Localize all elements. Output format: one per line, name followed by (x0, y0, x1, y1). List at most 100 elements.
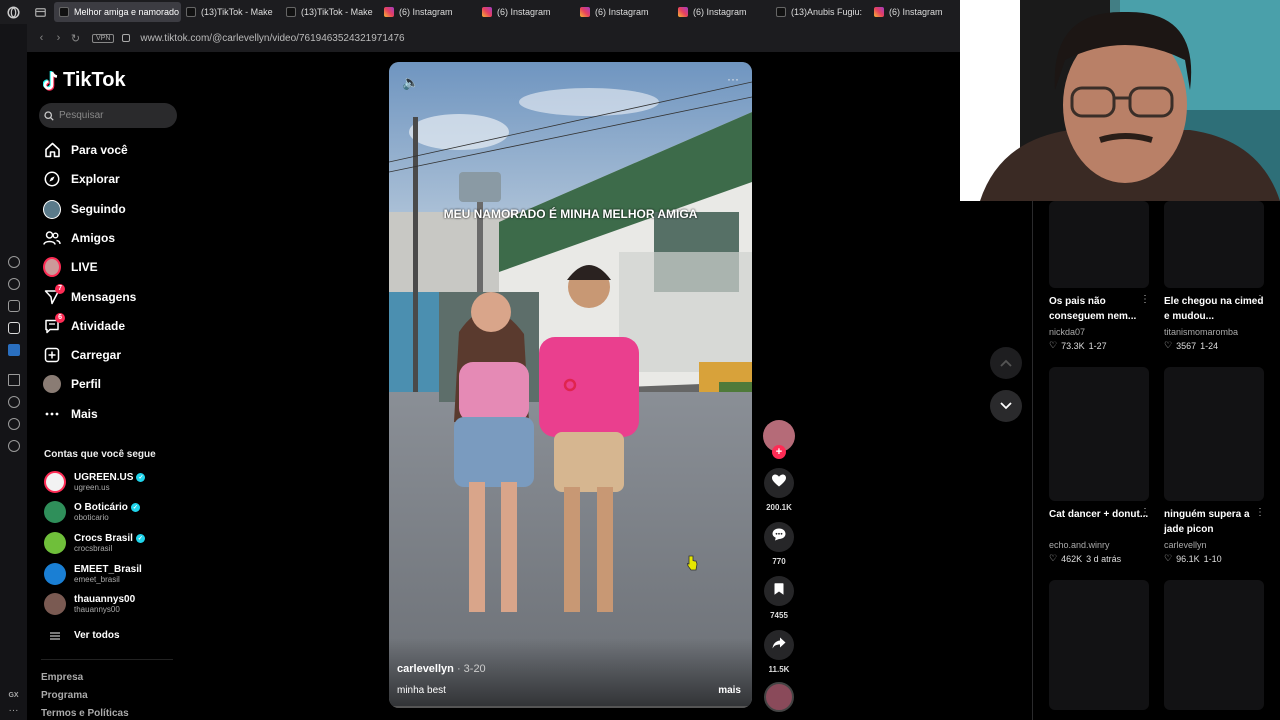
verified-icon: ✓ (130, 503, 140, 512)
more-icon[interactable]: ··· (9, 705, 19, 716)
related-video-thumbnail[interactable] (1049, 580, 1149, 710)
tiktok-sidebar: TikTok Pesquisar Para você Explorar Segu… (27, 52, 187, 720)
options-icon[interactable]: ⋮ (1255, 507, 1265, 518)
options-icon[interactable]: ⋮ (1255, 294, 1265, 305)
reload-icon[interactable]: ↻ (69, 32, 82, 45)
tab-overview-icon[interactable] (27, 0, 54, 24)
see-more-link[interactable]: mais (718, 685, 741, 696)
instagram-rail-icon[interactable] (7, 300, 20, 312)
avatar (44, 471, 66, 493)
comment-button[interactable] (764, 522, 794, 552)
player-icon[interactable] (7, 374, 20, 386)
vpn-badge[interactable]: VPN (92, 33, 115, 43)
related-video-author[interactable]: carlevellyn (1164, 540, 1207, 550)
account-item[interactable]: EMEET_Brasil emeet_brasil (44, 563, 142, 585)
nav-label: Perfil (71, 377, 102, 391)
volume-icon[interactable]: 🔈 (402, 74, 419, 91)
browser-tab[interactable]: (6) Instagram (869, 2, 957, 22)
related-video-likes: 73.3K (1061, 340, 1085, 351)
browser-tab[interactable]: (6) Instagram (477, 2, 575, 22)
search-input[interactable]: Pesquisar (39, 103, 177, 128)
nav-item-messages[interactable]: 7 Mensagens (43, 284, 136, 306)
related-video-thumbnail[interactable] (1164, 201, 1264, 288)
related-video-author[interactable]: nickda07 (1049, 327, 1085, 337)
related-video-thumbnail[interactable] (1164, 580, 1264, 710)
related-video-title[interactable]: Cat dancer + donut... (1049, 507, 1149, 522)
nav-item-for-you[interactable]: Para você (43, 141, 128, 159)
forward-icon[interactable]: › (52, 32, 65, 45)
related-video-title[interactable]: Ele chegou na cimed e mudou... (1164, 294, 1264, 324)
browser-tab[interactable]: (13)TikTok - Make (181, 2, 281, 22)
tab-label: Melhor amiga e namorado (74, 7, 180, 17)
footer-link[interactable]: Programa (41, 690, 88, 701)
tab-label: (13)TikTok - Make (301, 7, 373, 17)
bookmark-icon (774, 582, 784, 600)
video-author[interactable]: carlevellyn (397, 663, 454, 675)
browser-tab[interactable]: (6) Instagram (575, 2, 673, 22)
logo-text: TikTok (63, 69, 126, 91)
related-video-thumbnail[interactable] (1049, 367, 1149, 501)
comment-count: 770 (772, 557, 786, 566)
footer-link[interactable]: Termos e Políticas (41, 708, 129, 719)
see-all-link[interactable]: Ver todos (44, 630, 120, 641)
browser-tab[interactable]: (6) Instagram (673, 2, 771, 22)
tiktok-logo[interactable]: TikTok (43, 69, 126, 92)
history-icon[interactable] (7, 396, 20, 408)
ai-assistant-icon[interactable] (7, 256, 20, 268)
nav-item-following[interactable]: Seguindo (43, 199, 126, 219)
browser-menu-icon[interactable] (0, 0, 27, 24)
related-video-stats: ♡ 73.3K 1-27 (1049, 340, 1107, 351)
progress-bar[interactable] (389, 706, 752, 708)
footer-link[interactable]: Empresa (41, 672, 83, 683)
tiktok-rail-icon[interactable] (7, 322, 20, 334)
nav-item-activity[interactable]: 6 Atividade (43, 313, 125, 335)
browser-tab[interactable]: Melhor amiga e namorado (54, 2, 181, 22)
related-video-thumbnail[interactable] (1164, 367, 1264, 501)
video-options-icon[interactable]: ··· (727, 72, 739, 86)
video-date: · 3-20 (456, 663, 486, 675)
related-video-likes: 3567 (1176, 340, 1197, 351)
like-button[interactable] (764, 468, 794, 498)
account-item[interactable]: thauannys00 thauannys00 (44, 593, 135, 615)
nav-item-more[interactable]: Mais (43, 405, 98, 423)
nav-item-live[interactable]: LIVE (43, 257, 98, 277)
nav-item-friends[interactable]: Amigos (43, 229, 115, 247)
browser-tab[interactable]: (13)TikTok - Make (281, 2, 379, 22)
settings-icon[interactable] (7, 440, 20, 452)
browser-tab[interactable]: (13)Anubis Fugiu: (771, 2, 869, 22)
nav-item-explore[interactable]: Explorar (43, 170, 120, 188)
creator-avatar[interactable]: + (763, 420, 795, 459)
save-button[interactable] (764, 576, 794, 606)
back-icon[interactable]: ‹ (35, 32, 48, 45)
follow-plus-icon[interactable]: + (772, 445, 786, 459)
lock-icon[interactable] (122, 34, 131, 42)
nav-label: LIVE (71, 260, 98, 274)
options-icon[interactable]: ⋮ (1140, 507, 1150, 518)
instagram-icon (678, 7, 688, 17)
nav-item-upload[interactable]: Carregar (43, 346, 121, 364)
address-bar: ‹ › ↻ VPN www.tiktok.com/@carlevellyn/vi… (27, 24, 960, 52)
messages-badge: 7 (55, 284, 65, 294)
account-name: UGREEN.US (74, 472, 134, 483)
video-player[interactable]: 🔈 ··· MEU NAMORADO É MINHA MELHOR AMIGA … (389, 62, 752, 708)
related-video-thumbnail[interactable] (1049, 201, 1149, 288)
app-rail-icon[interactable] (7, 344, 20, 356)
account-item[interactable]: O Boticário ✓ oboticario (44, 501, 140, 523)
share-button[interactable] (764, 630, 794, 660)
url-field[interactable]: www.tiktok.com/@carlevellyn/video/761946… (140, 33, 404, 44)
browser-tab[interactable]: (6) Instagram (379, 2, 477, 22)
extensions-icon[interactable] (7, 418, 20, 430)
next-video-button[interactable] (990, 390, 1022, 422)
account-item[interactable]: Crocs Brasil ✓ crocsbrasil (44, 532, 145, 554)
previous-video-button[interactable] (990, 347, 1022, 379)
nav-label: Carregar (71, 348, 122, 362)
account-item[interactable]: UGREEN.US ✓ ugreen.us (44, 471, 146, 493)
related-video-author[interactable]: titanismomaromba (1164, 327, 1238, 337)
related-video-title[interactable]: Os pais não conseguem nem... (1049, 294, 1149, 324)
music-disc-icon[interactable] (764, 682, 794, 712)
nav-item-profile[interactable]: Perfil (43, 375, 101, 393)
related-video-title[interactable]: ninguém supera a jade picon (1164, 507, 1264, 537)
related-video-author[interactable]: echo.and.winry (1049, 540, 1110, 550)
whatsapp-icon[interactable] (7, 278, 20, 290)
options-icon[interactable]: ⋮ (1140, 294, 1150, 305)
